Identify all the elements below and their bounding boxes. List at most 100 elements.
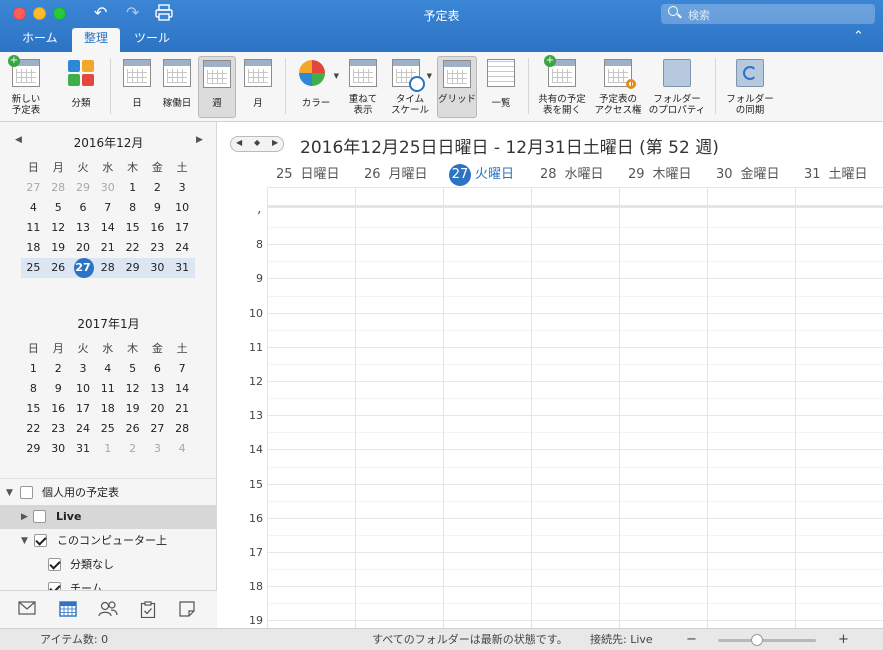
zoom-slider-handle[interactable]	[751, 634, 764, 646]
day-header[interactable]: 26 月曜日	[355, 162, 428, 188]
day-cell[interactable]: 5	[120, 359, 145, 379]
day-cell[interactable]: 28	[170, 419, 195, 439]
color-button[interactable]: ▼ カラー	[291, 56, 341, 118]
day-cell[interactable]: 3	[170, 178, 195, 198]
day-cell[interactable]: 30	[145, 258, 170, 278]
day-cell[interactable]: 6	[71, 198, 96, 218]
day-cell[interactable]: 20	[145, 399, 170, 419]
day-cell[interactable]: 4	[170, 439, 195, 459]
day-cell[interactable]: 21	[95, 238, 120, 258]
day-cell[interactable]: 2	[46, 359, 71, 379]
day-cell[interactable]: 31	[170, 258, 195, 278]
day-cell[interactable]: 11	[21, 218, 46, 238]
day-cell[interactable]: 20	[71, 238, 96, 258]
day-cell[interactable]: 29	[120, 258, 145, 278]
day-cell[interactable]: 13	[145, 379, 170, 399]
day-cell[interactable]: 26	[46, 258, 71, 278]
tab-organize[interactable]: 整理	[72, 28, 121, 52]
calendar-item-uncategorized[interactable]: 分類なし	[0, 553, 217, 577]
all-day-row[interactable]	[267, 188, 883, 208]
day-cell[interactable]: 16	[145, 218, 170, 238]
day-cell[interactable]: 6	[145, 359, 170, 379]
tab-home[interactable]: ホーム	[10, 28, 70, 52]
day-cell[interactable]: 27	[145, 419, 170, 439]
day-cell[interactable]: 11	[95, 379, 120, 399]
day-cell[interactable]: 4	[95, 359, 120, 379]
color-dropdown-icon[interactable]: ▼	[334, 71, 339, 82]
day-cell[interactable]: 30	[46, 439, 71, 459]
previous-week-icon[interactable]: ◀	[236, 138, 242, 147]
checkbox[interactable]	[20, 486, 33, 499]
day-cell[interactable]: 26	[120, 419, 145, 439]
day-cell[interactable]: 2	[145, 178, 170, 198]
day-cell[interactable]: 25	[21, 258, 46, 278]
day-cell[interactable]: 22	[21, 419, 46, 439]
calendar-item-team[interactable]: チーム	[0, 577, 217, 590]
today-icon[interactable]: ◆	[254, 138, 260, 147]
day-cell[interactable]: 7	[95, 198, 120, 218]
day-cell[interactable]: 24	[71, 419, 96, 439]
tab-tools[interactable]: ツール	[122, 28, 182, 52]
next-month-icon[interactable]: ▶	[196, 135, 203, 145]
day-cell[interactable]: 15	[120, 218, 145, 238]
day-cell[interactable]: 14	[95, 218, 120, 238]
calendar-icon[interactable]	[59, 601, 77, 617]
day-cell[interactable]: 15	[21, 399, 46, 419]
zoom-out-button[interactable]: −	[686, 629, 697, 650]
day-cell[interactable]: 18	[95, 399, 120, 419]
day-header[interactable]: 29 木曜日	[619, 162, 692, 188]
day-cell[interactable]: 9	[145, 198, 170, 218]
day-cell[interactable]: 2	[120, 439, 145, 459]
checkbox-checked[interactable]	[34, 534, 47, 547]
day-cell[interactable]: 22	[120, 238, 145, 258]
day-cell[interactable]: 31	[71, 439, 96, 459]
day-cell[interactable]: 12	[46, 218, 71, 238]
people-icon[interactable]	[98, 601, 118, 617]
day-cell[interactable]: 3	[145, 439, 170, 459]
time-grid[interactable]: 7 8 9 10 11 12 13 14 15 16 17 18 19	[217, 211, 883, 628]
day-cell[interactable]: 1	[120, 178, 145, 198]
time-scale-dropdown-icon[interactable]: ▼	[427, 71, 432, 82]
disclosure-expanded-icon[interactable]: ▼	[6, 481, 13, 505]
day-header[interactable]: 25 日曜日	[267, 162, 340, 188]
day-cell[interactable]: 21	[170, 399, 195, 419]
day-header-today[interactable]: 27 火曜日	[443, 162, 514, 188]
day-cell[interactable]: 10	[170, 198, 195, 218]
day-cell[interactable]: 27	[21, 178, 46, 198]
previous-month-icon[interactable]: ◀	[15, 135, 22, 145]
list-view-button[interactable]: 一覧	[481, 56, 521, 118]
day-view-button[interactable]: 日	[117, 56, 157, 118]
day-cell[interactable]: 7	[170, 359, 195, 379]
disclosure-collapsed-icon[interactable]: ▶	[21, 505, 28, 529]
work-week-view-button[interactable]: 稼働日	[157, 56, 197, 118]
calendar-group-personal[interactable]: ▼ 個人用の予定表	[0, 481, 217, 505]
day-cell[interactable]: 8	[120, 198, 145, 218]
calendar-permissions-button[interactable]: 予定表の アクセス権	[591, 56, 645, 118]
day-cell[interactable]: 24	[170, 238, 195, 258]
next-week-icon[interactable]: ▶	[272, 138, 278, 147]
day-cell[interactable]: 1	[21, 359, 46, 379]
day-cell[interactable]: 8	[21, 379, 46, 399]
month-view-button[interactable]: 月	[238, 56, 278, 118]
day-cell[interactable]: 4	[21, 198, 46, 218]
calendar-account-live[interactable]: ▶ Live	[0, 505, 217, 529]
zoom-in-button[interactable]: +	[838, 629, 849, 650]
day-cell[interactable]: 30	[95, 178, 120, 198]
disclosure-expanded-icon[interactable]: ▼	[21, 529, 28, 553]
day-cell[interactable]: 18	[21, 238, 46, 258]
zoom-slider[interactable]	[718, 634, 816, 646]
day-cell[interactable]: 25	[95, 419, 120, 439]
checkbox-checked[interactable]	[48, 582, 61, 590]
day-cell[interactable]: 16	[46, 399, 71, 419]
day-header[interactable]: 31 土曜日	[795, 162, 868, 188]
day-cell[interactable]: 17	[170, 218, 195, 238]
grid-view-button[interactable]: グリッド	[437, 56, 477, 118]
day-cell[interactable]: 13	[71, 218, 96, 238]
day-cell[interactable]: 19	[46, 238, 71, 258]
folder-properties-button[interactable]: フォルダー のプロパティ	[648, 56, 706, 118]
day-cell[interactable]: 28	[46, 178, 71, 198]
day-cell[interactable]: 9	[46, 379, 71, 399]
time-scale-button[interactable]: ▼ タイム スケール	[386, 56, 434, 118]
categorize-button[interactable]: 分類	[59, 56, 103, 118]
day-cell[interactable]: 10	[71, 379, 96, 399]
